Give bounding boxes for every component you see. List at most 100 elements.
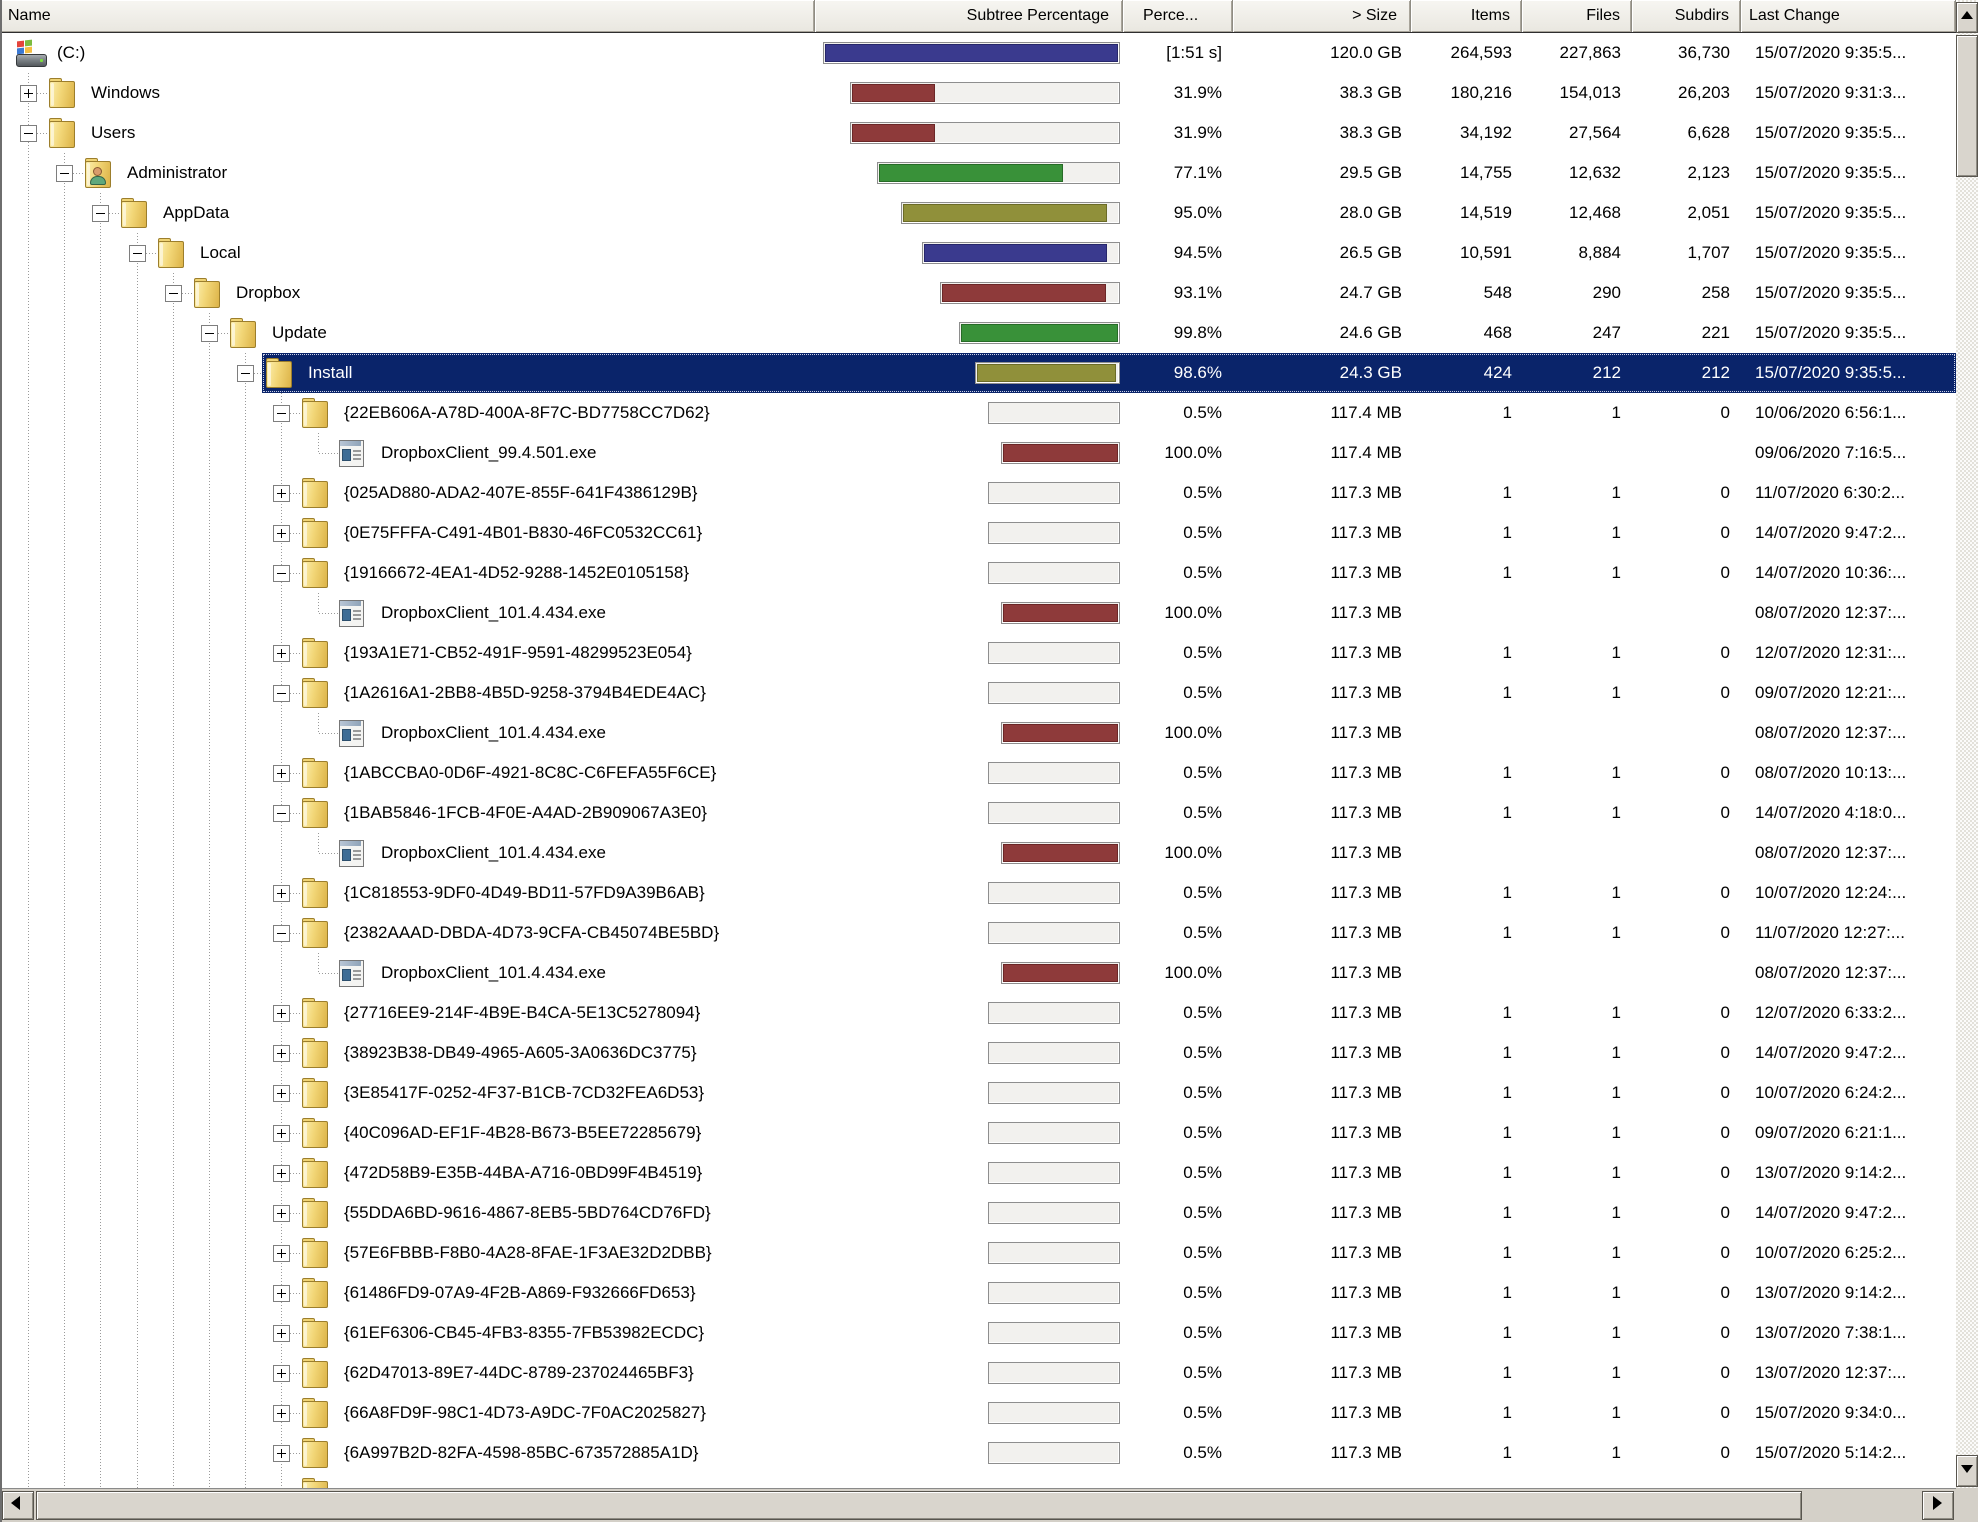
table-row[interactable]: {025AD880-ADA2-407E-855F-641F4386129B}0.… — [0, 473, 1956, 513]
scroll-left-button[interactable] — [2, 1491, 34, 1520]
vertical-scrollbar[interactable] — [1956, 0, 1978, 1488]
expand-toggle[interactable] — [273, 1205, 290, 1222]
cell-size: 117.3 MB — [1233, 593, 1411, 633]
table-row[interactable]: {55DDA6BD-9616-4867-8EB5-5BD764CD76FD}0.… — [0, 1193, 1956, 1233]
collapse-toggle[interactable] — [129, 245, 146, 262]
cell-items — [1411, 953, 1522, 993]
expand-toggle[interactable] — [273, 645, 290, 662]
column-header-percentage[interactable]: Perce... — [1123, 0, 1233, 32]
table-row[interactable]: {19166672-4EA1-4D52-9288-1452E0105158}0.… — [0, 553, 1956, 593]
horizontal-scroll-thumb[interactable] — [36, 1491, 1802, 1520]
table-row[interactable]: {1BAB5846-1FCB-4F0E-A4AD-2B909067A3E0}0.… — [0, 793, 1956, 833]
expand-toggle[interactable] — [273, 1285, 290, 1302]
expand-toggle[interactable] — [273, 1405, 290, 1422]
horizontal-scrollbar[interactable] — [0, 1488, 1956, 1522]
table-row[interactable]: {1ABCCBA0-0D6F-4921-8C8C-C6FEFA55F6CE}0.… — [0, 753, 1956, 793]
table-row[interactable]: {0E75FFFA-C491-4B01-B830-46FC0532CC61}0.… — [0, 513, 1956, 553]
collapse-toggle[interactable] — [92, 205, 109, 222]
table-row[interactable]: DropboxClient_101.4.434.exe100.0%117.3 M… — [0, 713, 1956, 753]
table-row[interactable]: {472D58B9-E35B-44BA-A716-0BD99F4B4519}0.… — [0, 1153, 1956, 1193]
expand-toggle[interactable] — [273, 1445, 290, 1462]
table-row[interactable]: {3E85417F-0252-4F37-B1CB-7CD32FEA6D53}0.… — [0, 1073, 1956, 1113]
column-header-subdirs[interactable]: Subdirs — [1632, 0, 1741, 32]
table-row[interactable]: Windows31.9%38.3 GB180,216154,01326,2031… — [0, 73, 1956, 113]
expand-toggle[interactable] — [273, 1125, 290, 1142]
expand-toggle[interactable] — [273, 1165, 290, 1182]
table-row[interactable]: DropboxClient_99.4.501.exe100.0%117.4 MB… — [0, 433, 1956, 473]
cell-subdirs: 0 — [1632, 913, 1741, 953]
table-row[interactable]: {2382AAAD-DBDA-4D73-9CFA-CB45074BE5BD}0.… — [0, 913, 1956, 953]
table-row[interactable]: {40C096AD-EF1F-4B28-B673-B5EE72285679}0.… — [0, 1113, 1956, 1153]
scroll-right-button[interactable] — [1922, 1491, 1954, 1520]
expand-toggle[interactable] — [20, 85, 37, 102]
collapse-toggle[interactable] — [165, 285, 182, 302]
table-row[interactable]: {38923B38-DB49-4965-A605-3A0636DC3775}0.… — [0, 1033, 1956, 1073]
table-row[interactable]: Install98.6%24.3 GB42421221215/07/2020 9… — [0, 353, 1956, 393]
expand-toggle[interactable] — [273, 1005, 290, 1022]
collapse-toggle[interactable] — [201, 325, 218, 342]
expand-toggle[interactable] — [273, 485, 290, 502]
column-header-name[interactable]: Name — [0, 0, 815, 32]
column-header-last-change[interactable]: Last Change — [1741, 0, 1956, 32]
column-header-items[interactable]: Items — [1411, 0, 1522, 32]
cell-change: 08/07/2020 12:37:... — [1741, 833, 1956, 873]
collapse-toggle[interactable] — [273, 405, 290, 422]
table-row[interactable]: {6A997B2D-82FA-4598-85BC-673572885A1D}0.… — [0, 1433, 1956, 1473]
table-row[interactable]: {66A8FD9F-98C1-4D73-A9DC-7F0AC2025827}0.… — [0, 1393, 1956, 1433]
table-row[interactable]: AppData95.0%28.0 GB14,51912,4682,05115/0… — [0, 193, 1956, 233]
collapse-toggle[interactable] — [20, 125, 37, 142]
column-header-subtree-percentage[interactable]: Subtree Percentage — [815, 0, 1123, 32]
cell-subdirs: 0 — [1632, 1353, 1741, 1393]
table-row[interactable]: {193A1E71-CB52-491F-9591-48299523E054}0.… — [0, 633, 1956, 673]
column-header-files[interactable]: Files — [1522, 0, 1632, 32]
expand-toggle[interactable] — [273, 885, 290, 902]
table-row[interactable]: Local94.5%26.5 GB10,5918,8841,70715/07/2… — [0, 233, 1956, 273]
cell-perce: 0.5% — [1123, 793, 1233, 833]
collapse-toggle[interactable] — [273, 925, 290, 942]
expand-toggle[interactable] — [273, 1045, 290, 1062]
subtree-percentage-fill — [942, 284, 1106, 302]
cell-files: 1 — [1522, 1353, 1632, 1393]
folder-icon — [302, 678, 328, 708]
table-row[interactable]: {61486FD9-07A9-4F2B-A869-F932666FD653}0.… — [0, 1273, 1956, 1313]
expand-toggle[interactable] — [273, 1085, 290, 1102]
cell-size: 117.3 MB — [1233, 1153, 1411, 1193]
collapse-toggle[interactable] — [273, 565, 290, 582]
table-row[interactable]: {57E6FBBB-F8B0-4A28-8FAE-1F3AE32D2DBB}0.… — [0, 1233, 1956, 1273]
expand-toggle[interactable] — [273, 765, 290, 782]
expand-toggle[interactable] — [273, 1325, 290, 1342]
expand-toggle[interactable] — [273, 1245, 290, 1262]
table-row[interactable]: Dropbox93.1%24.7 GB54829025815/07/2020 9… — [0, 273, 1956, 313]
table-row[interactable]: {61EF6306-CB45-4FB3-8355-7FB53982ECDC}0.… — [0, 1313, 1956, 1353]
table-row[interactable]: {1C818553-9DF0-4D49-BD11-57FD9A39B6AB}0.… — [0, 873, 1956, 913]
table-row[interactable]: {27716EE9-214F-4B9E-B4CA-5E13C5278094}0.… — [0, 993, 1956, 1033]
table-row[interactable]: Update99.8%24.6 GB46824722115/07/2020 9:… — [0, 313, 1956, 353]
collapse-toggle[interactable] — [56, 165, 73, 182]
item-name: {472D58B9-E35B-44BA-A716-0BD99F4B4519} — [344, 1153, 702, 1193]
cell-items: 1 — [1411, 1353, 1522, 1393]
vertical-scroll-thumb[interactable] — [1956, 35, 1978, 177]
scroll-up-button[interactable] — [1956, 2, 1978, 33]
subtree-percentage-bar — [988, 1442, 1120, 1464]
table-row[interactable]: {62D47013-89E7-44DC-8789-237024465BF3}0.… — [0, 1353, 1956, 1393]
table-row[interactable]: (C:)[1:51 s]120.0 GB264,593227,86336,730… — [0, 33, 1956, 73]
cell-files: 1 — [1522, 1033, 1632, 1073]
expand-toggle[interactable] — [273, 1365, 290, 1382]
cell-items: 14,755 — [1411, 153, 1522, 193]
column-header-size[interactable]: > Size — [1233, 0, 1411, 32]
collapse-toggle[interactable] — [273, 805, 290, 822]
table-row[interactable]: Users31.9%38.3 GB34,19227,5646,62815/07/… — [0, 113, 1956, 153]
table-row[interactable]: {22EB606A-A78D-400A-8F7C-BD7758CC7D62}0.… — [0, 393, 1956, 433]
cell-files: 1 — [1522, 1433, 1632, 1473]
table-row[interactable]: DropboxClient_101.4.434.exe100.0%117.3 M… — [0, 953, 1956, 993]
collapse-toggle[interactable] — [237, 365, 254, 382]
table-row[interactable]: DropboxClient_101.4.434.exe100.0%117.3 M… — [0, 833, 1956, 873]
table-row[interactable]: Administrator77.1%29.5 GB14,75512,6322,1… — [0, 153, 1956, 193]
collapse-toggle[interactable] — [273, 685, 290, 702]
table-row[interactable]: {1A2616A1-2BB8-4B5D-9258-3794B4EDE4AC}0.… — [0, 673, 1956, 713]
table-row[interactable]: DropboxClient_101.4.434.exe100.0%117.3 M… — [0, 593, 1956, 633]
table-row-partial[interactable] — [0, 1473, 1956, 1488]
cell-subdirs: 2,051 — [1632, 193, 1741, 233]
expand-toggle[interactable] — [273, 525, 290, 542]
scroll-down-button[interactable] — [1956, 1455, 1978, 1487]
